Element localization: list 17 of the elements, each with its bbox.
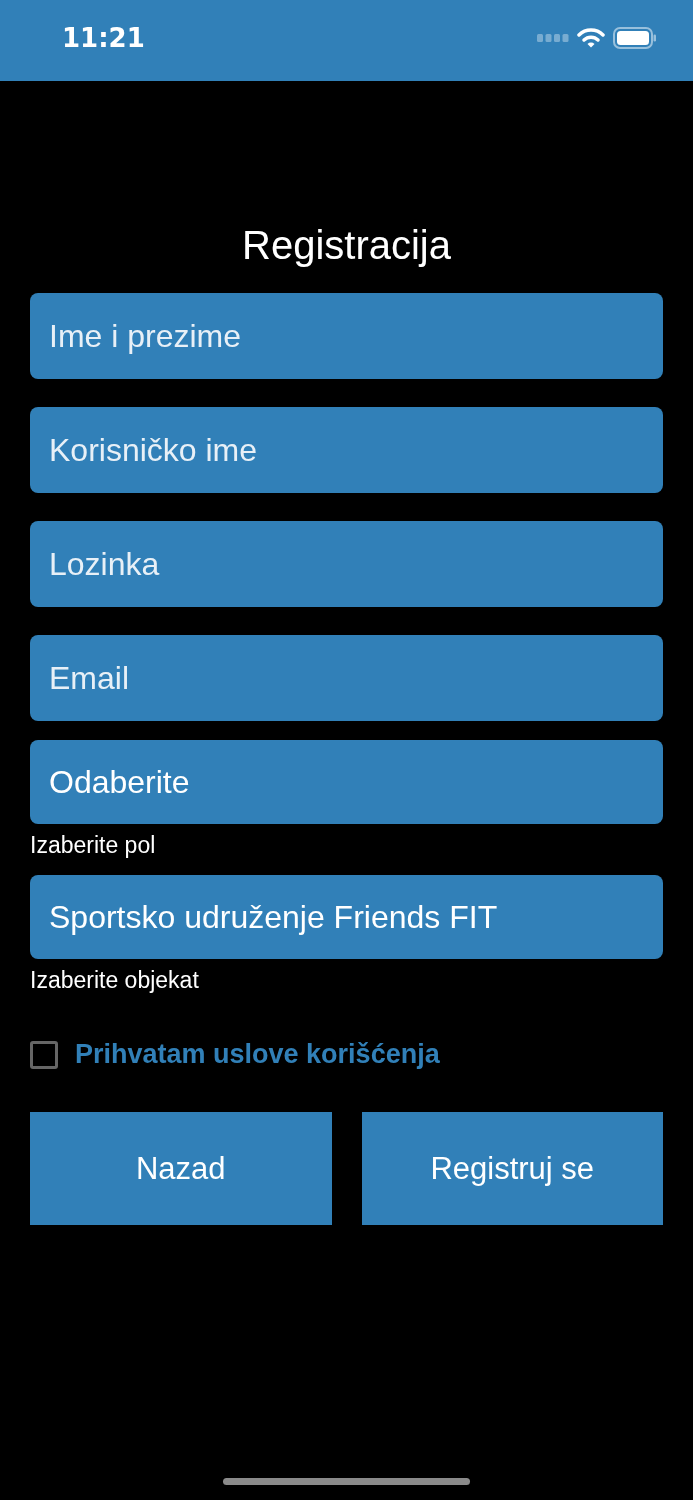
helper-text: Izaberite pol (30, 831, 156, 860)
signal-icon (537, 33, 569, 42)
status-time: 11:21 (62, 22, 145, 53)
register-button[interactable]: Registruj se (361, 1112, 663, 1225)
terms-label[interactable]: Prihvatam uslove korišćenja (75, 1039, 440, 1070)
input-field[interactable]: Lozinka (30, 521, 663, 607)
battery-icon (613, 26, 657, 49)
checkbox[interactable] (30, 1040, 58, 1069)
input-field[interactable]: Ime i prezime (30, 293, 663, 379)
input-field[interactable]: Email (30, 635, 663, 721)
helper-text: Izaberite objekat (30, 966, 199, 995)
wifi-icon (577, 27, 605, 48)
back-button[interactable]: Nazad (30, 1112, 332, 1225)
picker-field[interactable]: Sportsko udruženje Friends FIT (30, 875, 663, 959)
page-title: Registracija (241, 222, 452, 269)
input-field[interactable]: Korisničko ime (30, 407, 663, 493)
picker-field[interactable]: Odaberite (30, 740, 663, 824)
